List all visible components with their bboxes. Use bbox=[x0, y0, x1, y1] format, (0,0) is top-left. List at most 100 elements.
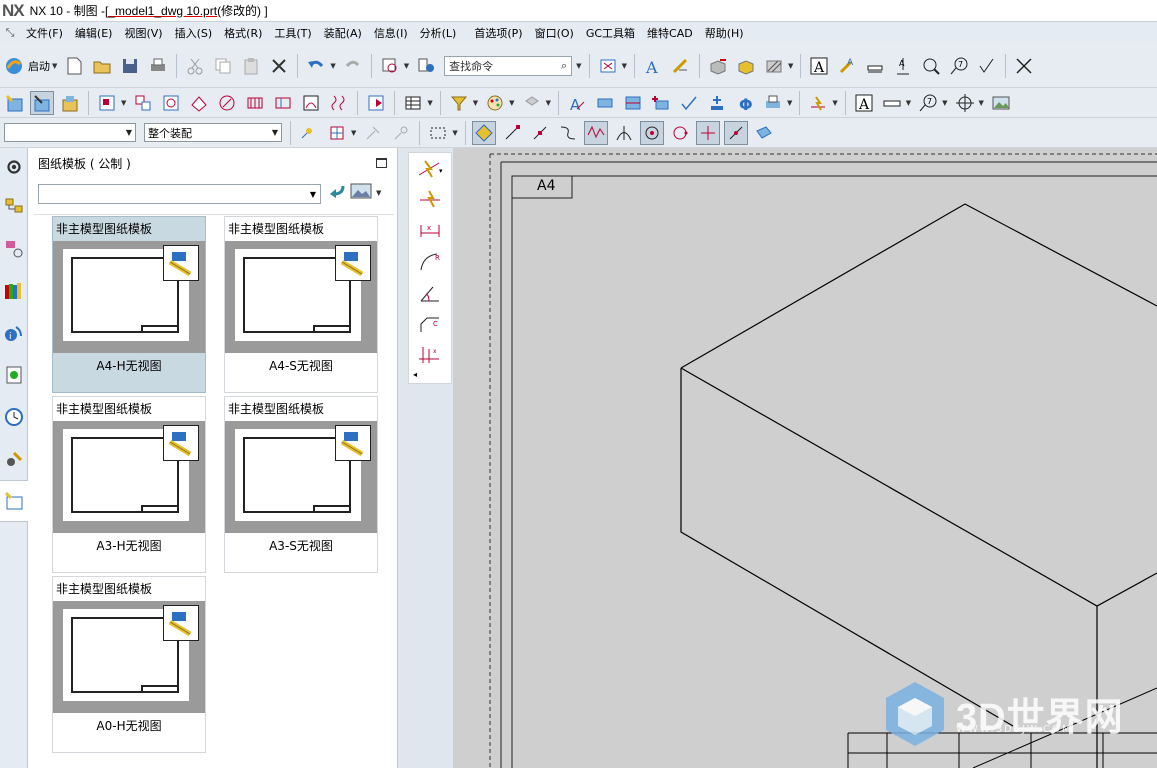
angular-dimension-icon[interactable] bbox=[409, 277, 451, 308]
snap-on-line-icon[interactable] bbox=[723, 120, 748, 145]
horizontal-dimension-icon[interactable]: x bbox=[409, 215, 451, 246]
filter-dropdown-icon[interactable]: ▼ bbox=[473, 99, 478, 107]
print-icon[interactable] bbox=[146, 54, 170, 78]
text-style-icon[interactable]: A bbox=[641, 54, 665, 78]
zoom-icon[interactable] bbox=[919, 54, 943, 78]
image-icon[interactable] bbox=[989, 91, 1013, 115]
plot-icon[interactable] bbox=[761, 91, 785, 115]
template-card[interactable]: 非主模型图纸模板 A0-H无视图 bbox=[52, 576, 206, 753]
resource-settings-icon[interactable] bbox=[0, 148, 28, 186]
menu-assemblies[interactable]: 装配(A) bbox=[318, 25, 368, 41]
select-dropdown-icon[interactable]: ▼ bbox=[351, 129, 356, 137]
new-file-icon[interactable] bbox=[62, 54, 86, 78]
delete-icon[interactable] bbox=[267, 54, 291, 78]
table-icon[interactable] bbox=[401, 91, 425, 115]
menu-edit[interactable]: 编辑(E) bbox=[69, 25, 119, 41]
undo-dropdown-icon[interactable]: ▼ bbox=[330, 62, 335, 70]
command-search-input[interactable]: 查找命令 ⌕ bbox=[444, 55, 573, 76]
revolved-section-icon[interactable] bbox=[271, 91, 295, 115]
snap-midpoint-icon[interactable] bbox=[528, 121, 552, 145]
menu-weite-cad[interactable]: 维特CAD bbox=[641, 25, 699, 41]
surface-finish-icon[interactable] bbox=[975, 54, 999, 78]
radial-dimension-icon[interactable]: R bbox=[409, 246, 451, 277]
drawing-templates-icon[interactable] bbox=[0, 480, 28, 522]
section-line-icon[interactable] bbox=[187, 91, 211, 115]
show-body-icon[interactable] bbox=[734, 54, 758, 78]
menu-analysis[interactable]: 分析(L) bbox=[414, 25, 463, 41]
symbol-dropdown-icon[interactable]: ▼ bbox=[942, 99, 947, 107]
id-symbol-icon[interactable]: 7 bbox=[916, 91, 940, 115]
menu-view[interactable]: 视图(V) bbox=[118, 25, 168, 41]
deselect-icon[interactable] bbox=[361, 121, 385, 145]
fit-dropdown-icon[interactable]: ▼ bbox=[622, 62, 627, 70]
datum-target-icon[interactable]: A bbox=[891, 54, 915, 78]
maximize-icon[interactable] bbox=[376, 158, 387, 168]
fcf-dropdown-icon[interactable]: ▼ bbox=[906, 99, 911, 107]
menu-file[interactable]: 文件(F) bbox=[20, 25, 69, 41]
rect-dropdown-icon[interactable]: ▼ bbox=[452, 129, 457, 137]
info-icon[interactable] bbox=[414, 54, 438, 78]
snap-point-on-curve-icon[interactable] bbox=[695, 120, 720, 145]
internet-explorer-icon[interactable]: i bbox=[0, 312, 28, 354]
menu-window[interactable]: 窗口(O) bbox=[529, 25, 580, 41]
paste-icon[interactable] bbox=[239, 54, 263, 78]
open-sheet-icon[interactable] bbox=[58, 91, 82, 115]
target-dropdown-icon[interactable]: ▼ bbox=[979, 99, 984, 107]
back-arrow-icon[interactable] bbox=[328, 182, 346, 203]
start-button[interactable]: 启动 bbox=[28, 58, 50, 74]
part-navigator-icon[interactable] bbox=[0, 186, 28, 228]
update-view-icon[interactable] bbox=[364, 91, 388, 115]
lock-selection-icon[interactable] bbox=[389, 121, 413, 145]
callout-icon[interactable]: 7 bbox=[947, 54, 971, 78]
view-mode-dropdown-icon[interactable]: ▼ bbox=[376, 189, 381, 197]
ordinate-dimension-icon[interactable]: x bbox=[409, 339, 451, 370]
local-section-icon[interactable] bbox=[299, 91, 323, 115]
target-point-icon[interactable] bbox=[953, 91, 977, 115]
rectangle-select-icon[interactable] bbox=[426, 121, 450, 145]
type-filter-select[interactable]: ▼ bbox=[4, 123, 136, 142]
save-icon[interactable] bbox=[118, 54, 142, 78]
feature-control-frame-icon[interactable] bbox=[880, 91, 904, 115]
note-text-icon[interactable]: A bbox=[852, 91, 876, 115]
snap-quadrant-icon[interactable] bbox=[668, 121, 692, 145]
menu-insert[interactable]: 插入(S) bbox=[169, 25, 219, 41]
menu-gc-toolbox[interactable]: GC工具箱 bbox=[580, 25, 641, 41]
chamfer-dimension-icon[interactable]: C bbox=[409, 308, 451, 339]
palette-dropdown-icon[interactable]: ▼ bbox=[509, 99, 514, 107]
check-mark-icon[interactable] bbox=[677, 91, 701, 115]
hatch-boundary-icon[interactable] bbox=[593, 91, 617, 115]
search-icon[interactable]: ⌕ bbox=[561, 59, 567, 73]
edit-sheet-icon[interactable] bbox=[30, 90, 54, 115]
template-card[interactable]: 非主模型图纸模板 A4-H无视图 bbox=[52, 216, 206, 393]
snap-intersection-icon[interactable] bbox=[612, 121, 636, 145]
template-card[interactable]: 非主模型图纸模板 A3-H无视图 bbox=[52, 396, 206, 573]
view-dropdown-icon[interactable]: ▼ bbox=[788, 62, 793, 70]
cut-icon[interactable] bbox=[183, 54, 207, 78]
base-view-dropdown-icon[interactable]: ▼ bbox=[121, 99, 126, 107]
detail-view-icon[interactable] bbox=[159, 91, 183, 115]
diameter-icon[interactable]: Φ bbox=[733, 91, 757, 115]
filter-icon[interactable] bbox=[447, 91, 471, 115]
template-card[interactable]: 非主模型图纸模板 A3-S无视图 bbox=[224, 396, 378, 573]
system-materials-icon[interactable] bbox=[0, 438, 28, 480]
finder-dropdown-icon[interactable]: ▼ bbox=[404, 62, 409, 70]
menu-expand-icon[interactable]: ⤡ bbox=[0, 26, 20, 40]
start-icon[interactable] bbox=[2, 54, 26, 78]
new-sheet-icon[interactable] bbox=[2, 91, 26, 115]
undo-icon[interactable] bbox=[304, 54, 328, 78]
widget-icon[interactable] bbox=[520, 91, 544, 115]
projected-view-icon[interactable] bbox=[131, 91, 155, 115]
template-path-select[interactable]: ▼ bbox=[38, 184, 321, 204]
table-dropdown-icon[interactable]: ▼ bbox=[427, 99, 432, 107]
rapid-dimension-icon[interactable] bbox=[806, 91, 830, 115]
template-card[interactable]: 非主模型图纸模板 A4-S无视图 bbox=[224, 216, 378, 393]
plot-dropdown-icon[interactable]: ▼ bbox=[787, 99, 792, 107]
drafting-edit-icon[interactable] bbox=[669, 54, 693, 78]
menu-information[interactable]: 信息(I) bbox=[368, 25, 414, 41]
view-mode-icon[interactable] bbox=[350, 182, 372, 203]
collapse-arrow-icon[interactable]: ◂ bbox=[409, 370, 451, 379]
menu-preferences[interactable]: 首选项(P) bbox=[468, 25, 528, 41]
rapid-dimension-tool-icon[interactable]: ▾ bbox=[409, 153, 451, 184]
command-finder-icon[interactable] bbox=[378, 54, 402, 78]
break-line-icon[interactable] bbox=[327, 91, 351, 115]
